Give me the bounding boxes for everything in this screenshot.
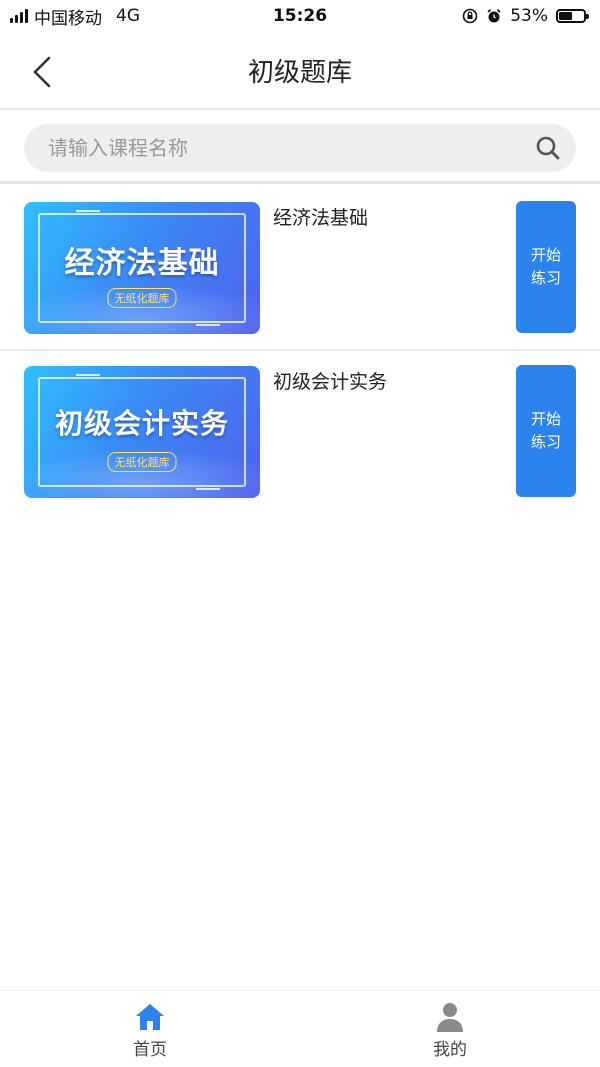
cover-title: 初级会计实务 [54,407,229,440]
course-name[interactable]: 经济法基础 [273,203,368,230]
cover-decoration [196,324,220,326]
search-section [0,110,600,184]
course-cover-image[interactable]: 初级会计实务 无纸化题库 [24,366,260,498]
start-button-label-1: 开始 [530,246,561,264]
start-button-label-1: 开始 [530,410,561,428]
carrier-label: 中国移动 [34,8,102,29]
network-label: 4G [116,6,140,26]
cover-decoration [76,210,100,212]
search-icon[interactable] [534,134,562,162]
start-button-label-2: 练习 [530,269,561,287]
start-practice-button[interactable]: 开始 练习 [516,201,576,333]
tab-mine-label: 我的 [433,1040,467,1060]
cover-badge: 无纸化题库 [107,452,177,472]
course-name[interactable]: 初级会计实务 [273,367,387,394]
battery-percent: 53% [510,6,548,26]
start-practice-button[interactable]: 开始 练习 [516,365,576,497]
tab-home-label: 首页 [133,1040,167,1060]
alarm-icon [486,8,502,24]
nav-bar: 初级题库 [0,32,600,110]
course-item[interactable]: 经济法基础 无纸化题库 经济法基础 开始 练习 [0,187,600,351]
search-input[interactable] [48,136,534,160]
cover-decoration [76,374,100,376]
home-icon [134,1001,166,1033]
tab-mine[interactable]: 我的 [300,991,600,1067]
orientation-lock-icon [462,8,478,24]
cover-title: 经济法基础 [64,246,220,281]
course-list: 经济法基础 无纸化题库 经济法基础 开始 练习 初级会计实务 无纸化题库 初级会… [0,187,600,515]
tab-home[interactable]: 首页 [0,991,300,1067]
signal-icon [10,9,28,23]
cover-badge: 无纸化题库 [107,288,177,308]
search-box [24,124,576,172]
cover-decoration [196,488,220,490]
tab-bar: 首页 我的 [0,990,600,1067]
battery-level [559,12,572,20]
status-right: 53% [462,6,589,26]
status-left: 中国移动 4G [10,4,140,29]
status-bar: 中国移动 4G 15:26 53% [0,0,600,32]
user-icon [434,1001,466,1033]
page-title: 初级题库 [247,58,352,88]
battery-icon [556,9,589,23]
course-cover-image[interactable]: 经济法基础 无纸化题库 [24,202,260,334]
course-item[interactable]: 初级会计实务 无纸化题库 初级会计实务 开始 练习 [0,351,600,515]
start-button-label-2: 练习 [530,433,561,451]
